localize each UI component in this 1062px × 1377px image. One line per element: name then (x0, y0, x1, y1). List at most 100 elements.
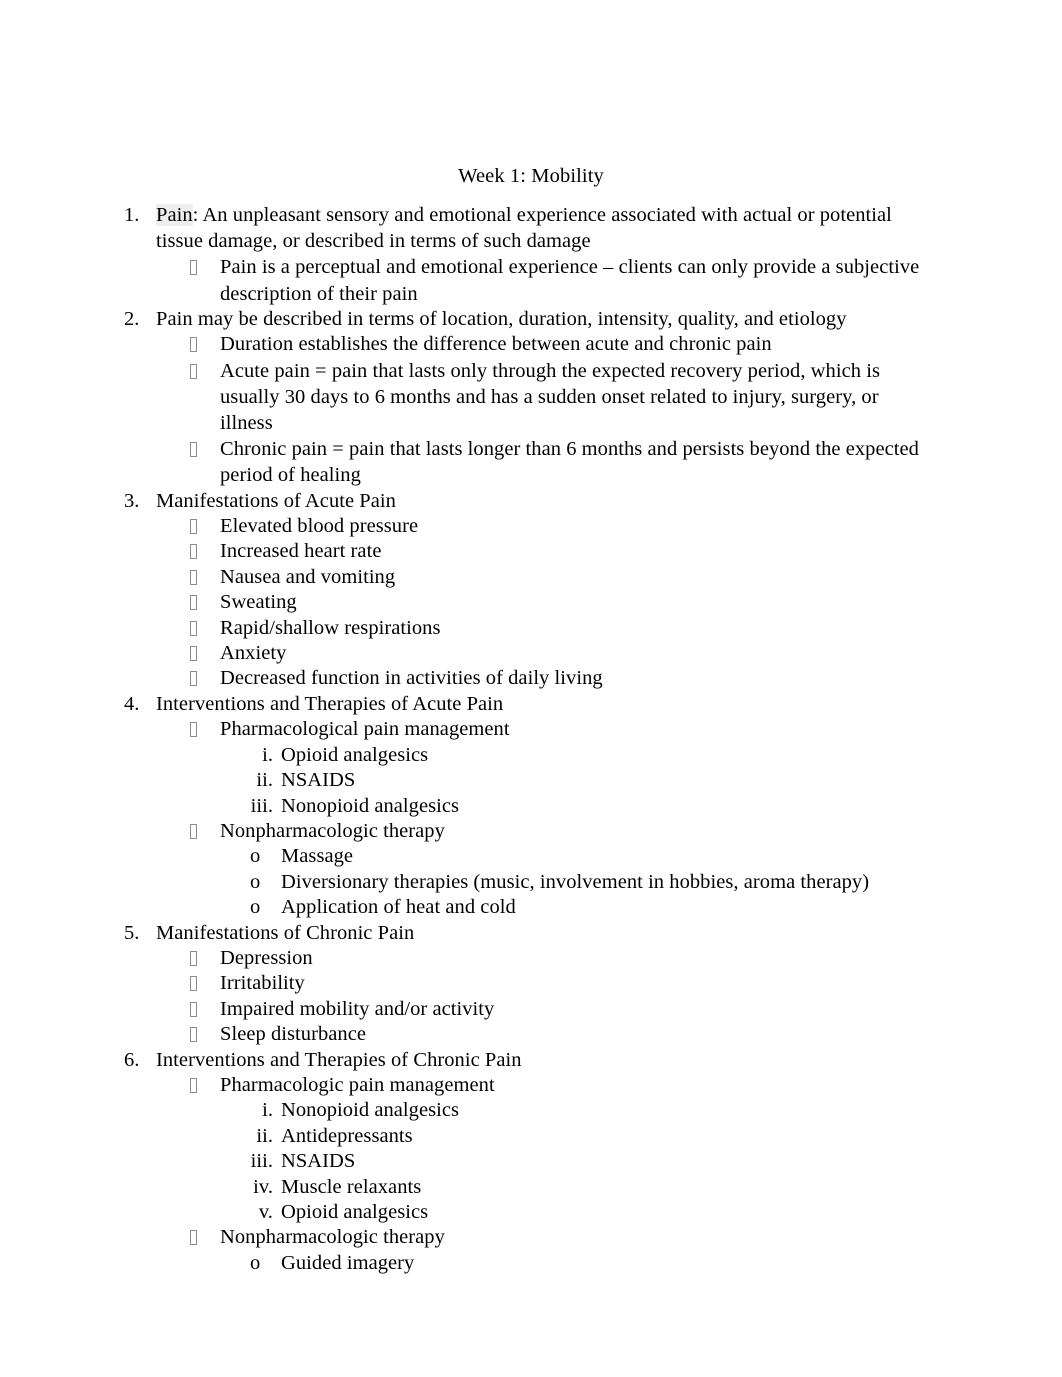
outline-list: 1. Pain: An unpleasant sensory and emoti… (124, 202, 930, 1276)
list-item-text: Nonpharmacologic therapy (220, 1226, 445, 1249)
circle-marker: o (250, 896, 261, 919)
list-marker: 3. (124, 489, 140, 512)
list-item: iii. NSAIDS (124, 1149, 930, 1174)
list-item-text: Chronic pain = pain that lasts longer th… (220, 438, 919, 487)
list-item: iii. Nonopioid analgesics (124, 794, 930, 819)
list-marker: 4. (124, 692, 140, 715)
list-item: Chronic pain = pain that lasts longer th… (124, 436, 930, 488)
list-item-text: Opioid analgesics (281, 743, 429, 766)
bullet-box-icon (189, 819, 215, 844)
list-item-text: Opioid analgesics (281, 1201, 429, 1224)
list-item: i. Opioid analgesics (124, 743, 930, 768)
bullet-box-icon (189, 946, 215, 971)
list-item: Pain is a perceptual and emotional exper… (124, 254, 930, 306)
list-item: Decreased function in activities of dail… (124, 666, 930, 691)
list-marker: 2. (124, 307, 140, 330)
roman-marker: i. (262, 1099, 273, 1122)
list-item: Rapid/shallow respirations (124, 616, 930, 641)
list-item-text: Pain: An unpleasant sensory and emotiona… (156, 202, 930, 254)
list-item-text: Sweating (220, 591, 297, 614)
list-item-text: Nonpharmacologic therapy (220, 819, 445, 842)
list-item-text: Manifestations of Chronic Pain (156, 921, 415, 944)
roman-marker: ii. (256, 769, 273, 792)
list-item-text: Guided imagery (281, 1251, 415, 1274)
list-item-text: Rapid/shallow respirations (220, 616, 441, 639)
circle-marker: o (250, 1251, 261, 1274)
list-item: Elevated blood pressure (124, 514, 930, 539)
list-item: v. Opioid analgesics (124, 1200, 930, 1225)
list-item: o Guided imagery (124, 1251, 930, 1276)
list-item-text: Sleep disturbance (220, 1023, 367, 1046)
list-item: 5. Manifestations of Chronic Pain (124, 921, 930, 946)
bullet-box-icon (189, 997, 215, 1022)
list-item: Irritability (124, 971, 930, 996)
list-item: Anxiety (124, 641, 930, 666)
list-item: o Massage (124, 844, 930, 869)
bullet-box-icon (189, 616, 215, 641)
list-item: Impaired mobility and/or activity (124, 997, 930, 1022)
page-title: Week 1: Mobility (458, 165, 604, 187)
list-item-rest: : An unpleasant sensory and emotional ex… (156, 204, 892, 253)
list-item-text: NSAIDS (281, 1150, 356, 1173)
list-item-text: Elevated blood pressure (220, 515, 419, 538)
list-item-text: Nausea and vomiting (220, 565, 396, 588)
list-item: Sweating (124, 590, 930, 615)
circle-marker: o (250, 845, 261, 868)
bullet-box-icon (189, 254, 215, 280)
list-item-text: Acute pain = pain that lasts only throug… (220, 359, 880, 435)
list-item-text: Antidepressants (281, 1124, 413, 1147)
bullet-box-icon (189, 565, 215, 590)
list-item: Duration establishes the difference betw… (124, 332, 930, 357)
list-item-text: Duration establishes the difference betw… (220, 333, 772, 356)
bullet-box-icon (189, 1073, 215, 1098)
list-marker: 6. (124, 1048, 140, 1071)
list-item-text: Muscle relaxants (281, 1175, 422, 1198)
list-item: Sleep disturbance (124, 1022, 930, 1047)
list-item-text: Depression (220, 946, 313, 969)
bullet-box-icon (189, 514, 215, 539)
list-item-text: Interventions and Therapies of Acute Pai… (156, 692, 504, 715)
list-marker: 5. (124, 921, 140, 944)
list-item: 2. Pain may be described in terms of loc… (124, 307, 930, 332)
list-item: 3. Manifestations of Acute Pain (124, 489, 930, 514)
bullet-box-icon (189, 436, 215, 462)
list-item-text: Diversionary therapies (music, involveme… (281, 870, 870, 893)
list-item: Pharmacologic pain management (124, 1073, 930, 1098)
list-item: i. Nonopioid analgesics (124, 1098, 930, 1123)
bullet-box-icon (189, 971, 215, 996)
list-item: ii. NSAIDS (124, 768, 930, 793)
list-item-text: Pain may be described in terms of locati… (156, 307, 847, 330)
roman-marker: iii. (250, 794, 273, 817)
bullet-box-icon (189, 590, 215, 615)
list-item: Increased heart rate (124, 539, 930, 564)
roman-marker: v. (258, 1201, 273, 1224)
roman-marker: i. (262, 743, 273, 766)
list-item-text: Interventions and Therapies of Chronic P… (156, 1048, 522, 1071)
bullet-box-icon (189, 539, 215, 564)
bullet-box-icon (189, 1225, 215, 1250)
list-item-text: Impaired mobility and/or activity (220, 997, 495, 1020)
list-item-text: Increased heart rate (220, 540, 382, 563)
roman-marker: ii. (256, 1124, 273, 1147)
list-item-text: Pharmacologic pain management (220, 1073, 495, 1096)
list-item-text: Pain is a perceptual and emotional exper… (220, 256, 920, 305)
document-page: Week 1: Mobility 1. Pain: An unpleasant … (0, 0, 1062, 1377)
list-item-text: Nonopioid analgesics (281, 794, 460, 817)
roman-marker: iv. (253, 1175, 273, 1198)
list-item-text: Anxiety (220, 642, 287, 665)
list-item-text: Nonopioid analgesics (281, 1099, 460, 1122)
circle-marker: o (250, 870, 261, 893)
list-item-text: Manifestations of Acute Pain (156, 489, 396, 512)
bullet-box-icon (189, 358, 215, 384)
list-item-text: Application of heat and cold (281, 896, 516, 919)
list-item-text: Pharmacological pain management (220, 718, 510, 741)
bullet-box-icon (189, 717, 215, 742)
list-marker: 1. (124, 204, 140, 226)
list-item: Acute pain = pain that lasts only throug… (124, 358, 930, 437)
bullet-box-icon (189, 332, 215, 357)
list-item: 4. Interventions and Therapies of Acute … (124, 692, 930, 717)
list-item-text: Massage (281, 845, 354, 868)
list-item-text: Decreased function in activities of dail… (220, 667, 603, 690)
bullet-box-icon (189, 1022, 215, 1047)
list-item: o Application of heat and cold (124, 895, 930, 920)
